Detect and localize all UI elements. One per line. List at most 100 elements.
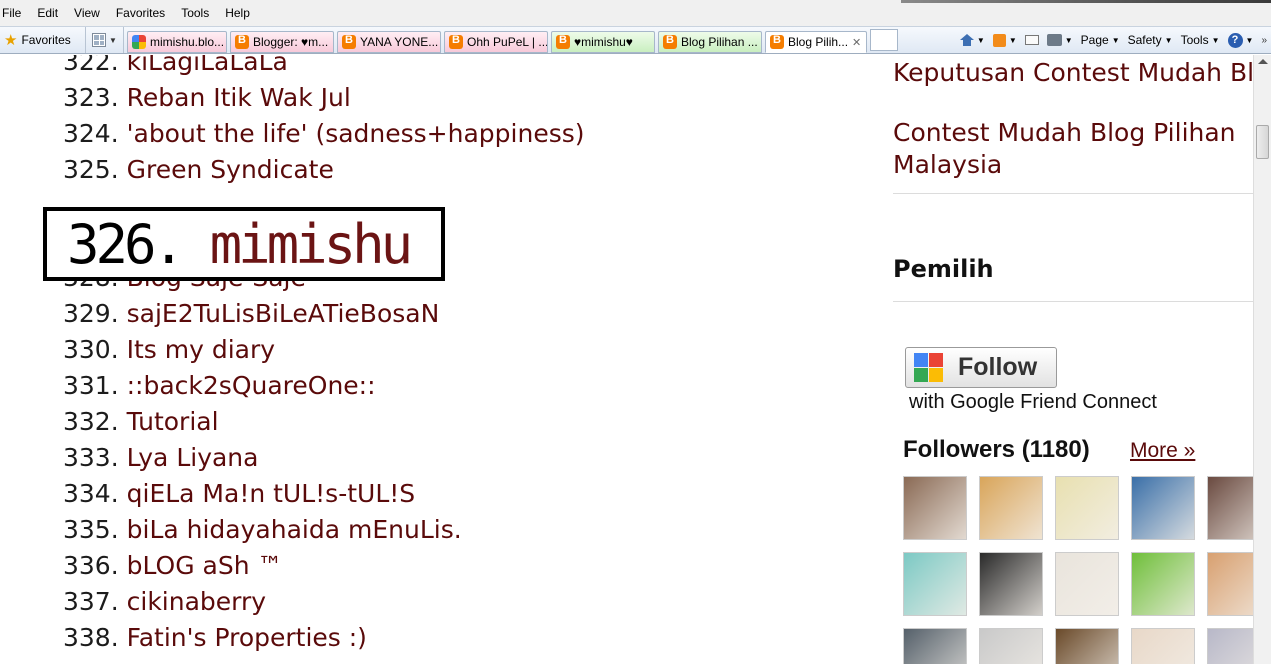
blog-link[interactable]: Lya Liyana [127, 443, 259, 472]
blog-link[interactable]: biLa hidayahaida mEnuLis. [127, 515, 462, 544]
followers-title: Followers (1180) [903, 436, 1090, 463]
tools-menu-label: Tools [1180, 33, 1209, 47]
help-button[interactable]: ? ▼ [1227, 32, 1254, 48]
home-button[interactable]: ▼ [959, 33, 985, 47]
tab-label: YANA YONE... [360, 35, 439, 49]
list-item-number: 322. [63, 55, 119, 76]
follow-button[interactable]: Follow [905, 347, 1057, 388]
follower-avatar[interactable] [1055, 552, 1119, 616]
quick-tabs-button[interactable]: ▼ [86, 27, 124, 53]
browser-tab[interactable]: mimishu.blo... [127, 31, 227, 53]
chevron-down-icon: ▼ [1064, 35, 1073, 45]
sidebar: Keputusan Contest Mudah Blog Contest Mud… [893, 55, 1253, 664]
blog-link[interactable]: Reban Itik Wak Jul [127, 83, 351, 112]
menu-bar: File Edit View Favorites Tools Help [0, 0, 1271, 26]
scroll-thumb[interactable] [1256, 125, 1269, 159]
mail-button[interactable] [1024, 35, 1039, 45]
follower-avatar[interactable] [903, 552, 967, 616]
browser-tab[interactable]: ♥mimishu♥ [551, 31, 655, 53]
safety-menu[interactable]: Safety ▼ [1128, 33, 1173, 47]
blog-link[interactable]: Green Syndicate [127, 155, 334, 184]
chevron-down-icon: ▼ [1008, 35, 1017, 45]
follower-avatar[interactable] [1207, 476, 1253, 540]
browser-tab[interactable]: YANA YONE... [337, 31, 441, 53]
blog-link[interactable]: Tutorial [127, 407, 219, 436]
divider [893, 301, 1253, 302]
follower-avatar[interactable] [1131, 552, 1195, 616]
browser-tab[interactable]: Blog Pilih...✕ [765, 31, 867, 53]
blog-link[interactable]: bLOG aSh ™ [127, 551, 283, 580]
star-icon: ★ [4, 32, 18, 49]
chevron-down-icon[interactable]: ▼ [109, 36, 117, 45]
follower-avatar[interactable] [903, 628, 967, 664]
sidebar-link-contest[interactable]: Contest Mudah Blog Pilihan [893, 117, 1236, 149]
blog-link[interactable]: kiLagiLaLaLa [127, 55, 288, 76]
follower-avatar[interactable] [979, 476, 1043, 540]
overflow-chevron-icon[interactable]: » [1261, 35, 1267, 46]
sidebar-link-keputusan[interactable]: Keputusan Contest Mudah Blog [893, 57, 1253, 89]
follower-avatar[interactable] [1055, 476, 1119, 540]
follower-avatar[interactable] [1055, 628, 1119, 664]
blog-link[interactable]: ::back2sQuareOne:: [127, 371, 376, 400]
print-button[interactable]: ▼ [1046, 34, 1073, 46]
menu-help[interactable]: Help [223, 6, 256, 20]
list-item-number: 323. [63, 83, 119, 112]
blogger-icon [556, 34, 570, 49]
close-tab-icon[interactable]: ✕ [852, 36, 861, 49]
follower-avatar[interactable] [1131, 628, 1195, 664]
page-menu-label: Page [1080, 33, 1109, 47]
more-followers-link[interactable]: More » [1130, 439, 1195, 463]
list-item: 329. sajE2TuLisBiLeATieBosaN [63, 296, 439, 332]
tools-menu[interactable]: Tools ▼ [1181, 33, 1220, 47]
follower-avatar[interactable] [1207, 552, 1253, 616]
browser-tab[interactable]: Blogger: ♥m... [230, 31, 334, 53]
browser-tab[interactable]: Ohh PuPeL | ... [444, 31, 548, 53]
menu-favorites[interactable]: Favorites [114, 6, 171, 20]
highlighted-entry: 326. mimishu [67, 213, 414, 276]
list-item: 322. kiLagiLaLaLa [63, 55, 288, 80]
chevron-down-icon: ▼ [1111, 35, 1120, 45]
blogger-icon [770, 34, 784, 49]
list-item-number: 335. [63, 515, 119, 544]
list-item: 337. cikinaberry [63, 584, 266, 620]
menu-tools[interactable]: Tools [179, 6, 215, 20]
browser-tab[interactable]: Blog Pilihan ... [658, 31, 762, 53]
list-item: 333. Lya Liyana [63, 440, 258, 476]
blog-link[interactable]: qiELa Ma!n tUL!s-tUL!S [127, 479, 416, 508]
google-friend-connect-icon [914, 352, 944, 383]
list-item-number: 336. [63, 551, 119, 580]
scroll-up-arrow-icon[interactable] [1258, 59, 1268, 64]
list-item: 338. Fatin's Properties :) [63, 620, 367, 656]
blog-link[interactable]: sajE2TuLisBiLeATieBosaN [127, 299, 440, 328]
list-item-number: 334. [63, 479, 119, 508]
chevron-down-icon: ▼ [1245, 35, 1254, 45]
follower-avatar[interactable] [1207, 628, 1253, 664]
new-tab-button[interactable] [870, 29, 898, 51]
list-item: 331. ::back2sQuareOne:: [63, 368, 376, 404]
blogger-icon [342, 34, 356, 49]
blog-link[interactable]: Its my diary [127, 335, 275, 364]
blog-link[interactable]: 'about the life' (sadness+happiness) [127, 119, 585, 148]
page-menu[interactable]: Page ▼ [1081, 33, 1120, 47]
safety-menu-label: Safety [1127, 33, 1162, 47]
tab-label: Blog Pilih... [788, 35, 849, 49]
follower-avatar[interactable] [1131, 476, 1195, 540]
follower-avatar[interactable] [979, 552, 1043, 616]
blog-link[interactable]: cikinaberry [127, 587, 266, 616]
menu-edit[interactable]: Edit [35, 6, 64, 20]
tab-bar: ★ Favorites ▼ mimishu.blo... Blogger: ♥m.… [0, 26, 1271, 54]
vertical-scrollbar[interactable] [1253, 55, 1271, 664]
menu-view[interactable]: View [72, 6, 106, 20]
menu-file[interactable]: File [0, 6, 27, 20]
feeds-button[interactable]: ▼ [992, 33, 1017, 47]
favorites-button[interactable]: ★ Favorites [0, 27, 86, 53]
follower-avatar[interactable] [979, 628, 1043, 664]
follow-label: Follow [958, 353, 1038, 381]
blog-link[interactable]: Fatin's Properties :) [127, 623, 367, 652]
sidebar-link-contest-cont[interactable]: Malaysia [893, 149, 1002, 181]
blogger-icon [449, 34, 463, 49]
divider [893, 193, 1253, 194]
highlighted-entry-link[interactable]: mimishu [210, 213, 414, 276]
follower-avatar[interactable] [903, 476, 967, 540]
google-icon [132, 35, 146, 49]
